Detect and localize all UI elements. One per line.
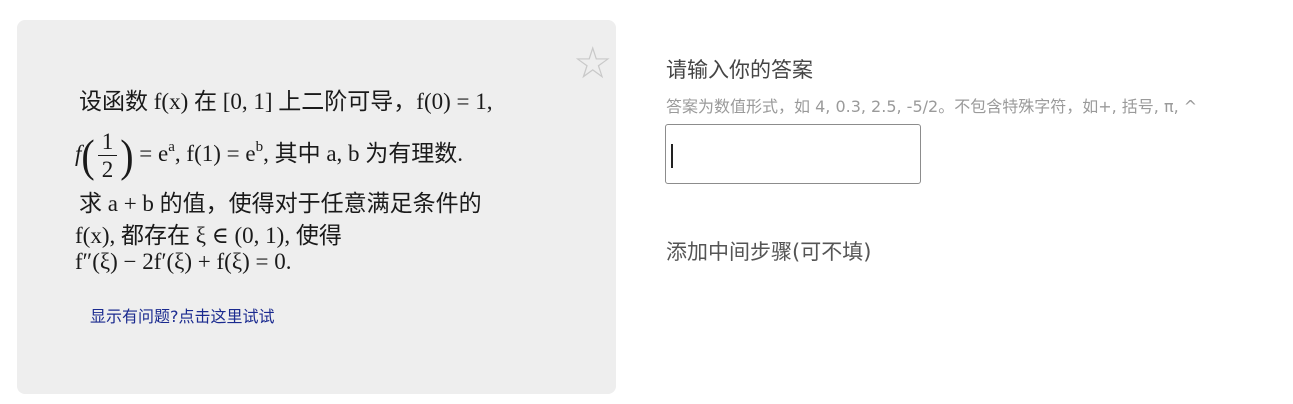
fraction-numerator: 1 bbox=[101, 129, 114, 154]
answer-title: 请输入你的答案 bbox=[666, 58, 813, 82]
exponent-a: a bbox=[168, 138, 175, 155]
display-problem-link[interactable]: 显示有问题?点击这里试试 bbox=[90, 303, 275, 327]
problem-line-3: 求 a + b 的值，使得对于任意满足条件的 bbox=[79, 191, 482, 216]
question-card: ☆ 设函数 f(x) 在 [0, 1] 上二阶可导，f(0) = 1, f(1 2… bbox=[17, 20, 616, 394]
left-paren: ( bbox=[81, 129, 95, 182]
text-caret bbox=[671, 144, 673, 168]
right-paren: ) bbox=[120, 129, 134, 182]
rational-clause: , 其中 a, b 为有理数. bbox=[263, 140, 464, 166]
problem-line-1: 设函数 f(x) 在 [0, 1] 上二阶可导，f(0) = 1, bbox=[79, 89, 493, 114]
fraction: 12 bbox=[97, 129, 118, 182]
fraction-bar bbox=[97, 155, 118, 156]
add-steps-toggle[interactable]: 添加中间步骤(可不填) bbox=[666, 236, 871, 266]
fraction-denominator: 2 bbox=[101, 157, 114, 182]
answer-input[interactable] bbox=[666, 125, 920, 183]
favorite-star-icon[interactable]: ☆ bbox=[573, 42, 612, 86]
problem-line-4: f(x), 都存在 ξ ∈ (0, 1), 使得 bbox=[75, 223, 342, 248]
answer-input-box[interactable] bbox=[665, 124, 921, 184]
answer-format-hint: 答案为数值形式，如 4, 0.3, 2.5, -5/2。不包含特殊字符，如+, … bbox=[666, 97, 1198, 116]
exponent-b: b bbox=[255, 138, 264, 155]
problem-line-2: f(1 2) = ea, f(1) = eb, 其中 a, b 为有理数. bbox=[75, 129, 464, 182]
problem-line-5: f″(ξ) − 2f′(ξ) + f(ξ) = 0. bbox=[75, 249, 292, 274]
equals-e: = e bbox=[133, 140, 169, 166]
f1-equals-e: , f(1) = e bbox=[174, 140, 256, 166]
